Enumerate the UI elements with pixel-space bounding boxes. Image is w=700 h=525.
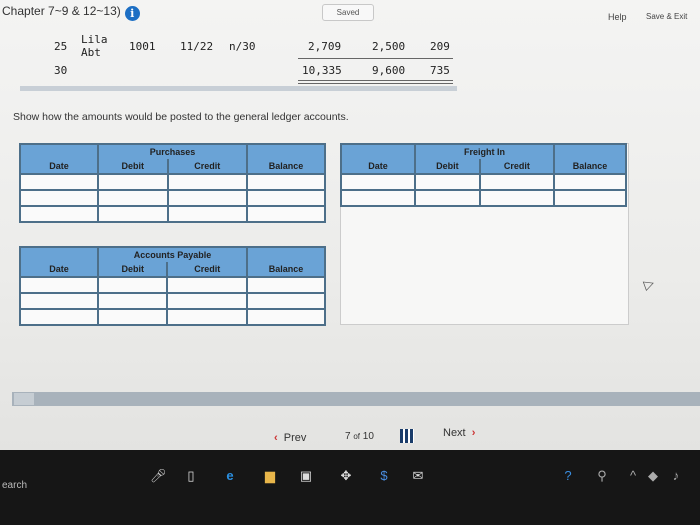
ledger-title: Freight In	[414, 143, 555, 159]
journal-total-1: 10,335	[302, 64, 342, 77]
chevron-up-icon[interactable]: ^	[625, 468, 641, 484]
credit-input[interactable]	[166, 276, 248, 294]
credit-input[interactable]	[166, 173, 248, 191]
balance-cell	[246, 205, 326, 223]
col-date: Date	[340, 159, 416, 175]
journal-day: 30	[54, 64, 68, 77]
col-credit: Credit	[478, 159, 556, 175]
journal-total-2: 9,600	[372, 64, 406, 77]
journal-invoice: 1001	[129, 40, 156, 53]
mic-icon[interactable]: 🎤︎	[150, 468, 167, 484]
saved-indicator: Saved	[322, 4, 374, 21]
debit-input[interactable]	[96, 308, 169, 326]
journal-day: 25	[54, 40, 68, 53]
ledger-title: Purchases	[97, 143, 248, 159]
prev-button[interactable]: ‹ Prev	[274, 432, 306, 444]
debit-input[interactable]	[414, 173, 481, 191]
cursor-icon: ▷	[641, 274, 657, 293]
divider	[298, 58, 453, 59]
credit-input[interactable]	[166, 189, 248, 207]
col-debit: Debit	[96, 262, 169, 278]
volume-icon[interactable]: ♪	[668, 468, 684, 484]
date-input[interactable]	[19, 308, 99, 326]
balance-cell	[553, 173, 627, 191]
divider	[298, 80, 453, 81]
divider	[298, 83, 453, 84]
taskbar	[0, 450, 700, 525]
network-icon[interactable]: ◆	[645, 468, 661, 484]
store-icon[interactable]: ▣	[298, 468, 314, 484]
chevron-left-icon: ‹	[274, 432, 278, 444]
journal-total-3: 735	[430, 64, 450, 77]
col-date: Date	[19, 262, 99, 278]
assignment-title: Chapter 7~9 & 12~13) i	[2, 4, 140, 21]
journal-name: Lila	[81, 33, 108, 46]
ledger-accounts-payable: Accounts Payable Date Debit Credit Balan…	[19, 246, 326, 326]
edge-icon[interactable]: e	[222, 468, 238, 484]
balance-cell	[246, 189, 326, 207]
debit-input[interactable]	[97, 189, 169, 207]
balance-cell	[246, 173, 326, 191]
scroll-left-button[interactable]	[14, 393, 34, 405]
debit-input[interactable]	[97, 205, 169, 223]
balance-cell	[246, 292, 326, 310]
help-link[interactable]: Help	[608, 12, 627, 22]
col-credit: Credit	[166, 262, 248, 278]
journal-terms: n/30	[229, 40, 256, 53]
credit-input[interactable]	[166, 308, 248, 326]
journal-amount-2: 2,500	[372, 40, 406, 53]
journal-name-2: Abt	[81, 46, 101, 59]
mail-icon[interactable]: ✉	[410, 468, 426, 484]
ledger-title: Accounts Payable	[97, 246, 248, 262]
debit-input[interactable]	[96, 276, 169, 294]
date-input[interactable]	[340, 189, 416, 207]
date-input[interactable]	[340, 173, 416, 191]
browser-screen: Chapter 7~9 & 12~13) i Saved Help Save & …	[0, 0, 700, 450]
credit-input[interactable]	[166, 205, 248, 223]
col-date: Date	[19, 159, 99, 175]
col-debit: Debit	[414, 159, 481, 175]
task-view-icon[interactable]: ▯	[183, 468, 199, 484]
date-input[interactable]	[19, 292, 99, 310]
info-icon[interactable]: i	[124, 6, 140, 21]
col-balance: Balance	[246, 262, 326, 278]
folder-icon[interactable]: ▆	[262, 468, 278, 484]
col-balance: Balance	[246, 159, 326, 175]
debit-input[interactable]	[414, 189, 481, 207]
debit-input[interactable]	[96, 292, 169, 310]
balance-cell	[553, 189, 627, 207]
journal-amount-1: 2,709	[308, 40, 342, 53]
app-icon[interactable]: $	[376, 468, 392, 484]
credit-input[interactable]	[166, 292, 248, 310]
balance-cell	[246, 276, 326, 294]
grid-icon[interactable]	[400, 429, 414, 443]
instruction-text: Show how the amounts would be posted to …	[13, 111, 349, 123]
date-input[interactable]	[19, 276, 99, 294]
credit-input[interactable]	[478, 173, 556, 191]
col-balance: Balance	[553, 159, 627, 175]
credit-input[interactable]	[478, 189, 556, 207]
taskbar-search[interactable]: earch	[2, 480, 27, 491]
date-input[interactable]	[19, 205, 99, 223]
col-credit: Credit	[166, 159, 248, 175]
next-button[interactable]: Next ›	[443, 427, 475, 439]
dropbox-icon[interactable]: ✥	[338, 468, 354, 484]
page-indicator: 7 of 10	[345, 431, 374, 442]
date-input[interactable]	[19, 173, 99, 191]
ledger-purchases: Purchases Date Debit Credit Balance	[19, 143, 326, 223]
people-icon[interactable]: ⚲	[594, 468, 610, 484]
balance-cell	[246, 308, 326, 326]
journal-amount-3: 209	[430, 40, 450, 53]
ledger-freight-in: Freight In Date Debit Credit Balance	[340, 143, 627, 207]
date-input[interactable]	[19, 189, 99, 207]
help-tray-icon[interactable]: ?	[560, 468, 576, 484]
save-exit-button[interactable]: Save & Exit	[646, 12, 687, 21]
section-bar	[20, 86, 457, 91]
col-debit: Debit	[97, 159, 169, 175]
journal-date: 11/22	[180, 40, 214, 53]
debit-input[interactable]	[97, 173, 169, 191]
chevron-right-icon: ›	[471, 427, 476, 439]
horizontal-scrollbar[interactable]	[12, 392, 700, 406]
